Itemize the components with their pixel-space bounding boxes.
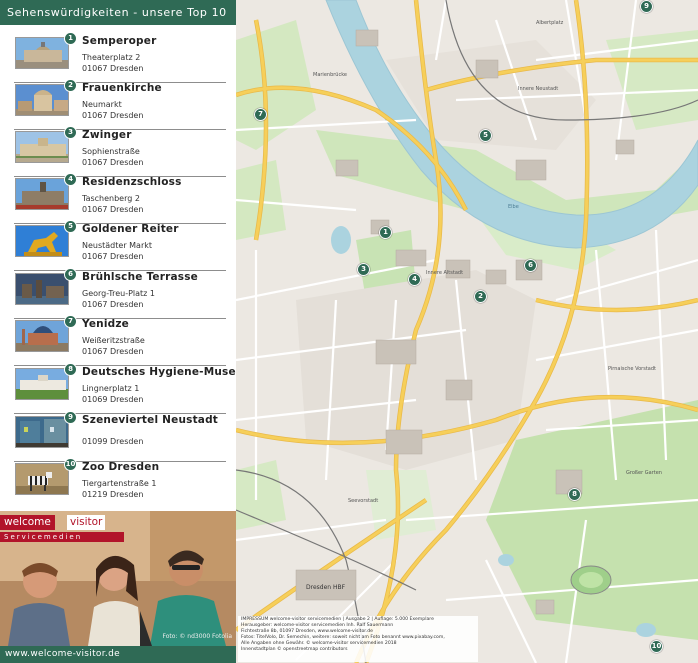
map-label-altstadt: Innere Altstadt (426, 270, 464, 276)
opera-house-thumbnail (15, 37, 69, 69)
logo-text-visitor: visitor (67, 515, 106, 530)
map-pin-5[interactable]: 5 (479, 129, 492, 142)
poi-item-goldener-reiter[interactable]: 5 Goldener Reiter Neustädter Markt 01067… (14, 220, 226, 271)
poi-name: Yenidze (82, 318, 129, 330)
welcome-visitor-logo: welcome visitor Servicemedien (0, 515, 124, 549)
poi-number-badge: 5 (64, 220, 77, 233)
poi-name: Deutsches Hygiene-Museum (82, 366, 255, 378)
poi-item-semperoper[interactable]: 1 Semperoper Theaterplatz 2 01067 Dresde… (14, 32, 226, 83)
logo-text-welcome: welcome (0, 515, 55, 530)
poi-item-szeneviertel-neustadt[interactable]: 9 Szeneviertel Neustadt 01099 Dresden (14, 411, 226, 462)
poi-city: 01069 Dresden (82, 395, 144, 404)
poi-number-badge: 3 (64, 126, 77, 139)
poi-name: Goldener Reiter (82, 223, 179, 235)
poi-city: 01067 Dresden (82, 252, 144, 261)
poi-item-hygiene-museum[interactable]: 8 Deutsches Hygiene-Museum Lingnerplatz … (14, 363, 254, 414)
poi-number-badge: 9 (64, 411, 77, 424)
sidebar-title: Sehenswürdigkeiten - unsere Top 10 (0, 0, 236, 25)
map-label-hbf: Dresden HBF (306, 584, 346, 591)
zebra-thumbnail (15, 463, 69, 495)
map-label-pirnaische: Pirnaische Vorstadt (608, 366, 656, 372)
poi-city: 01099 Dresden (82, 437, 144, 446)
poi-name: Residenzschloss (82, 176, 182, 188)
photo-credit: Foto: © nd3000 Fotolia (162, 633, 233, 640)
map-pin-2[interactable]: 2 (474, 290, 487, 303)
golden-statue-thumbnail (15, 225, 69, 257)
poi-name: Frauenkirche (82, 82, 162, 94)
page: Sehenswürdigkeiten - unsere Top 10 1 Sem… (0, 0, 698, 663)
poi-city: 01067 Dresden (82, 347, 144, 356)
poi-item-zoo-dresden[interactable]: 10 Zoo Dresden Tiergartenstraße 1 01219 … (14, 458, 226, 508)
poi-street: Taschenberg 2 (82, 194, 140, 203)
map-canvas (236, 0, 698, 663)
map-pin-10[interactable]: 10 (650, 640, 663, 653)
website-link[interactable]: www.welcome-visitor.de (0, 646, 236, 663)
poi-street: Georg-Treu-Platz 1 (82, 289, 156, 298)
poi-item-zwinger[interactable]: 3 Zwinger Sophienstraße 01067 Dresden (14, 126, 226, 177)
terrace-thumbnail (15, 273, 69, 305)
poi-city: 01219 Dresden (82, 490, 144, 499)
sidebar: Sehenswürdigkeiten - unsere Top 10 1 Sem… (0, 0, 254, 663)
map-pin-8[interactable]: 8 (568, 488, 581, 501)
poi-street: Sophienstraße (82, 147, 140, 156)
poi-item-yenidze[interactable]: 7 Yenidze Weißeritzstraße 01067 Dresden (14, 315, 226, 366)
poi-city: 01067 Dresden (82, 111, 144, 120)
map-pin-6[interactable]: 6 (524, 259, 537, 272)
poi-number-badge: 6 (64, 268, 77, 281)
poi-street: Theaterplatz 2 (82, 53, 141, 62)
poi-number-badge: 8 (64, 363, 77, 376)
map-pin-9[interactable]: 9 (640, 0, 653, 13)
poi-item-bruehlsche-terrasse[interactable]: 6 Brühlsche Terrasse Georg-Treu-Platz 1 … (14, 268, 226, 319)
logo-subtitle: Servicemedien (0, 532, 124, 542)
poi-street: Neustädter Markt (82, 241, 153, 250)
imprint-box: IMPRESSUM welcome-visitor servicemedien … (238, 616, 478, 662)
poi-item-frauenkirche[interactable]: 2 Frauenkirche Neumarkt 01067 Dresden (14, 79, 226, 130)
poi-street: Lingnerplatz 1 (82, 384, 140, 393)
map-label-grosser-garten: Großer Garten (626, 470, 662, 476)
map-label-albertplatz: Albertplatz (536, 20, 564, 26)
poi-number-badge: 2 (64, 79, 77, 92)
poi-item-residenzschloss[interactable]: 4 Residenzschloss Taschenberg 2 01067 Dr… (14, 173, 226, 224)
poi-city: 01067 Dresden (82, 64, 144, 73)
map-label-marienbruecke: Marienbrücke (313, 72, 348, 78)
map-label-neustadt: Innere Neustadt (518, 86, 559, 92)
map-pin-4[interactable]: 4 (408, 273, 421, 286)
domed-building-thumbnail (15, 320, 69, 352)
imprint-line: Fotos: TitelVolo, Dr. Semechin, weitere:… (241, 634, 445, 640)
poi-number-badge: 4 (64, 173, 77, 186)
poi-street: Weißeritzstraße (82, 336, 145, 345)
poi-name: Zoo Dresden (82, 461, 160, 473)
poi-street: Tiergartenstraße 1 (82, 479, 157, 488)
poi-city: 01067 Dresden (82, 158, 144, 167)
poi-city: 01067 Dresden (82, 205, 144, 214)
poi-name: Semperoper (82, 35, 157, 47)
poi-city: 01067 Dresden (82, 300, 144, 309)
courtyard-thumbnail (15, 416, 69, 448)
palace-thumbnail (15, 131, 69, 163)
castle-thumbnail (15, 178, 69, 210)
poi-number-badge: 10 (64, 458, 77, 471)
poi-number-badge: 1 (64, 32, 77, 45)
church-thumbnail (15, 84, 69, 116)
poi-number-badge: 7 (64, 315, 77, 328)
map-pin-7[interactable]: 7 (254, 108, 267, 121)
map-pin-1[interactable]: 1 (379, 226, 392, 239)
city-map[interactable]: Innere Neustadt Innere Altstadt Marienbr… (236, 0, 698, 663)
poi-name: Zwinger (82, 129, 132, 141)
map-pin-3[interactable]: 3 (357, 263, 370, 276)
poi-name: Brühlsche Terrasse (82, 271, 199, 283)
promo-banner[interactable]: welcome visitor Servicemedien Foto: © nd… (0, 511, 236, 646)
imprint-line: Innenstadtplan © openstreetmap contribut… (241, 646, 348, 652)
map-label-seevorstadt: Seevorstadt (348, 498, 379, 504)
poi-street: Neumarkt (82, 100, 122, 109)
map-label-elbe: Elbe (508, 204, 519, 210)
poi-name: Szeneviertel Neustadt (82, 414, 219, 426)
museum-thumbnail (15, 368, 69, 400)
